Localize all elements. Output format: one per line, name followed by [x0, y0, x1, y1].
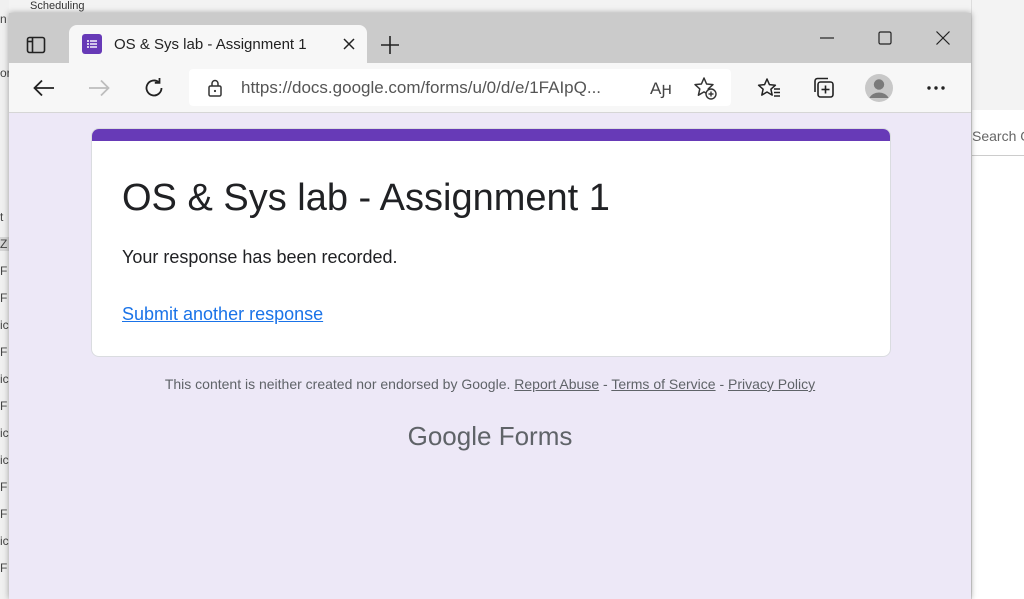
tab-actions-icon — [26, 36, 46, 54]
back-button[interactable] — [28, 73, 60, 103]
refresh-icon — [145, 78, 163, 97]
disclaimer-text: This content is neither created nor endo… — [164, 376, 511, 392]
add-to-favorites-icon[interactable] — [693, 76, 717, 100]
background-glyph: or — [0, 66, 9, 80]
background-glyph: F — [0, 507, 8, 521]
close-window-button[interactable] — [925, 23, 961, 53]
footer-separator: - — [715, 376, 729, 392]
background-glyph: ic — [0, 426, 9, 440]
favorites-button[interactable] — [753, 73, 785, 103]
more-horizontal-icon — [927, 86, 945, 90]
background-left-column: n or t Z F F ic F ic F ic ic F F ic F — [0, 0, 9, 599]
forward-arrow-icon — [89, 79, 110, 97]
plus-icon — [381, 36, 399, 54]
form-card-accent-bar — [92, 129, 890, 141]
refresh-button[interactable] — [138, 73, 170, 103]
tab-title: OS & Sys lab - Assignment 1 — [114, 35, 307, 53]
background-top-text: Scheduling — [30, 0, 85, 12]
footer-separator: - — [599, 376, 612, 392]
profile-button[interactable] — [863, 73, 895, 103]
background-glyph: F — [0, 399, 8, 413]
address-bar[interactable]: https://docs.google.com/forms/u/0/d/e/1F… — [189, 69, 731, 106]
maximize-icon — [878, 31, 892, 45]
url-text[interactable]: https://docs.google.com/forms/u/0/d/e/1F… — [241, 78, 649, 98]
background-search-box[interactable]: Search Os — [972, 118, 1024, 156]
more-options-button[interactable] — [920, 73, 952, 103]
background-glyph: F — [0, 264, 8, 278]
tab-forms[interactable]: OS & Sys lab - Assignment 1 — [69, 25, 367, 63]
background-glyph: ic — [0, 372, 9, 386]
terms-of-service-link[interactable]: Terms of Service — [611, 376, 715, 392]
footer-disclaimer: This content is neither created nor endo… — [9, 376, 971, 392]
title-bar: OS & Sys lab - Assignment 1 — [9, 13, 971, 63]
favorites-star-icon — [757, 78, 780, 97]
tab-actions-button[interactable] — [23, 33, 49, 57]
maximize-button[interactable] — [867, 23, 903, 53]
minimize-icon — [820, 37, 834, 39]
lock-icon[interactable] — [207, 78, 223, 98]
forms-logo-text: Forms — [498, 421, 573, 451]
background-glyph: ic — [0, 453, 9, 467]
report-abuse-link[interactable]: Report Abuse — [514, 376, 599, 392]
form-card: OS & Sys lab - Assignment 1 Your respons… — [91, 128, 891, 357]
google-forms-logo[interactable]: Google Forms — [9, 421, 971, 452]
form-title: OS & Sys lab - Assignment 1 — [122, 177, 610, 219]
submit-another-response-link[interactable]: Submit another response — [122, 304, 323, 325]
google-logo-text: Google — [407, 421, 492, 451]
new-tab-button[interactable] — [375, 32, 405, 58]
background-right-header — [972, 0, 1024, 110]
confirmation-message: Your response has been recorded. — [122, 247, 398, 267]
background-glyph: F — [0, 480, 8, 494]
collections-button[interactable] — [808, 73, 840, 103]
avatar-icon — [865, 74, 893, 102]
background-glyph: n — [0, 12, 7, 26]
background-glyph: F — [0, 561, 8, 575]
privacy-policy-link[interactable]: Privacy Policy — [728, 376, 815, 392]
background-glyph: t — [0, 210, 4, 224]
google-forms-favicon-icon — [82, 34, 102, 54]
collections-icon — [814, 77, 834, 98]
close-tab-icon[interactable] — [339, 34, 359, 54]
background-glyph: ic — [0, 318, 9, 332]
background-right-panel: Search Os — [971, 0, 1024, 599]
background-glyph: F — [0, 345, 8, 359]
browser-window: OS & Sys lab - Assignment 1 https://docs… — [9, 13, 971, 599]
background-glyph: ic — [0, 534, 9, 548]
background-glyph: F — [0, 291, 8, 305]
forward-button[interactable] — [83, 73, 115, 103]
close-icon — [936, 31, 950, 45]
background-glyph: Z — [0, 237, 9, 251]
minimize-button[interactable] — [809, 23, 845, 53]
page-content: OS & Sys lab - Assignment 1 Your respons… — [9, 113, 971, 599]
read-aloud-icon[interactable]: Aԩ — [649, 76, 673, 100]
browser-toolbar: https://docs.google.com/forms/u/0/d/e/1F… — [9, 63, 971, 113]
back-arrow-icon — [33, 79, 54, 97]
